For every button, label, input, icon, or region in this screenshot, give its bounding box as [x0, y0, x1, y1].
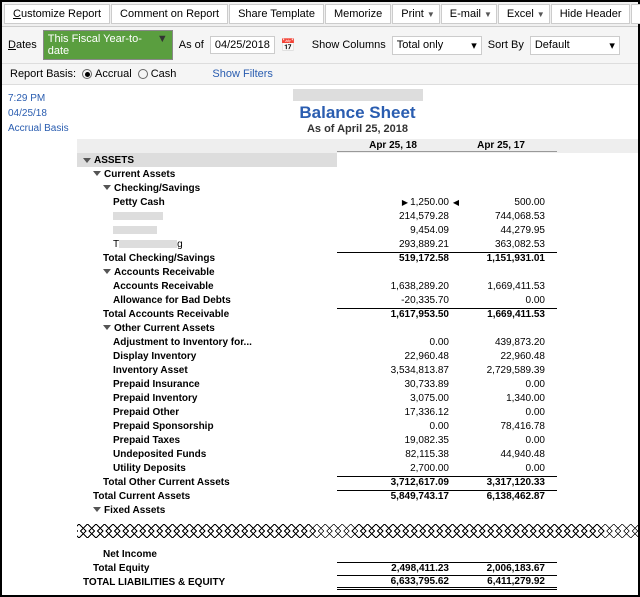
- calendar-icon[interactable]: 📅: [281, 38, 296, 52]
- expand-icon: [83, 158, 91, 163]
- sort-by-dropdown[interactable]: Default▾: [530, 36, 620, 55]
- display-inventory-row[interactable]: Display Inventory22,960.4822,960.48: [77, 349, 638, 363]
- date-range-dropdown[interactable]: This Fiscal Year-to-date▼: [43, 30, 173, 60]
- dropdown-arrow-icon: ▼: [427, 10, 435, 19]
- company-name-redacted: [293, 89, 423, 101]
- filter-bar: Dates This Fiscal Year-to-date▼ As of 📅 …: [2, 27, 638, 64]
- excel-button[interactable]: Excel▼: [498, 4, 550, 24]
- email-button[interactable]: E-mail▼: [441, 4, 497, 24]
- adj-inventory-row[interactable]: Adjustment to Inventory for...0.00439,87…: [77, 335, 638, 349]
- expand-icon: [103, 325, 111, 330]
- basis-bar: Report Basis: Accrual Cash Show Filters: [2, 64, 638, 85]
- dropdown-arrow-icon: ▼: [537, 10, 545, 19]
- report-subtitle: As of April 25, 2018: [77, 123, 638, 135]
- show-columns-label: Show Columns: [312, 39, 386, 51]
- accrual-radio[interactable]: Accrual: [82, 68, 132, 80]
- total-ar-row: Total Accounts Receivable1,617,953.501,6…: [77, 307, 638, 321]
- comment-report-button[interactable]: Comment on Report: [111, 4, 228, 24]
- collapse-button[interactable]: Collapse: [631, 4, 640, 24]
- fixed-assets-section[interactable]: Fixed Assets: [77, 503, 638, 517]
- share-template-button[interactable]: Share Template: [229, 4, 324, 24]
- assets-section[interactable]: ASSETS: [77, 153, 638, 167]
- other-ca-section[interactable]: Other Current Assets: [77, 321, 638, 335]
- col2-header: Apr 25, 17: [457, 140, 557, 152]
- prepaid-taxes-row[interactable]: Prepaid Taxes19,082.350.00: [77, 433, 638, 447]
- report-title: Balance Sheet: [77, 103, 638, 123]
- report-date: 04/25/18: [8, 108, 71, 119]
- report-body: Balance Sheet As of April 25, 2018 Apr 2…: [77, 85, 638, 595]
- prepaid-inventory-row[interactable]: Prepaid Inventory3,075.001,340.00: [77, 391, 638, 405]
- ar-section[interactable]: Accounts Receivable: [77, 265, 638, 279]
- sort-label: Sort By: [488, 39, 524, 51]
- report-basis: Accrual Basis: [8, 123, 71, 134]
- as-of-label: As of: [179, 39, 204, 51]
- customize-report-button[interactable]: CCustomize Reportustomize Report: [4, 4, 110, 24]
- total-oca-row: Total Other Current Assets3,712,617.093,…: [77, 475, 638, 489]
- hide-header-button[interactable]: Hide Header: [551, 4, 631, 24]
- table-row[interactable]: 9,454.0944,279.95: [77, 223, 638, 237]
- utility-deposits-row[interactable]: Utility Deposits2,700.000.00: [77, 461, 638, 475]
- report-time: 7:29 PM: [8, 93, 71, 104]
- current-assets-section[interactable]: Current Assets: [77, 167, 638, 181]
- net-income-row: Net Income: [77, 547, 638, 561]
- total-equity-row: Total Equity2,498,411.232,006,183.67: [77, 561, 638, 575]
- allowance-row[interactable]: Allowance for Bad Debts-20,335.700.00: [77, 293, 638, 307]
- table-row[interactable]: Tg293,889.21363,082.53: [77, 237, 638, 251]
- col1-header: Apr 25, 18: [337, 140, 457, 152]
- expand-icon: [103, 269, 111, 274]
- torn-edge-top: [77, 517, 638, 531]
- prepaid-insurance-row[interactable]: Prepaid Insurance30,733.890.00: [77, 377, 638, 391]
- toolbar: CCustomize Reportustomize Report Comment…: [2, 2, 638, 27]
- inventory-asset-row[interactable]: Inventory Asset3,534,813.872,729,589.39: [77, 363, 638, 377]
- chevron-down-icon: ▾: [471, 39, 477, 52]
- dates-label: Dates: [8, 39, 37, 51]
- column-header-row: Apr 25, 18 Apr 25, 17: [77, 139, 638, 153]
- undeposited-funds-row[interactable]: Undeposited Funds82,115.3844,940.48: [77, 447, 638, 461]
- torn-edge-bottom: [77, 531, 638, 545]
- prepaid-sponsorship-row[interactable]: Prepaid Sponsorship0.0078,416.78: [77, 419, 638, 433]
- show-columns-dropdown[interactable]: Total only▾: [392, 36, 482, 55]
- checking-savings-section[interactable]: Checking/Savings: [77, 181, 638, 195]
- table-row[interactable]: 214,579.28744,068.53: [77, 209, 638, 223]
- show-filters-link[interactable]: Show Filters: [212, 68, 273, 80]
- report-basis-label: Report Basis:: [10, 68, 76, 80]
- chevron-down-icon: ▾: [609, 39, 615, 52]
- as-of-date-input[interactable]: [210, 36, 275, 54]
- expand-icon: [93, 171, 101, 176]
- expand-icon: [93, 507, 101, 512]
- total-checking-savings-row: Total Checking/Savings519,172.581,151,93…: [77, 251, 638, 265]
- chevron-down-icon: ▼: [157, 33, 168, 57]
- memorize-button[interactable]: Memorize: [325, 4, 391, 24]
- petty-cash-row[interactable]: Petty Cash1,250.00500.00: [77, 195, 638, 209]
- expand-icon: [103, 185, 111, 190]
- report-meta-sidebar: 7:29 PM 04/25/18 Accrual Basis: [2, 85, 77, 595]
- prepaid-other-row[interactable]: Prepaid Other17,336.120.00: [77, 405, 638, 419]
- ar-row[interactable]: Accounts Receivable1,638,289.201,669,411…: [77, 279, 638, 293]
- cash-radio[interactable]: Cash: [138, 68, 177, 80]
- total-liabilities-equity-row: TOTAL LIABILITIES & EQUITY6,633,795.626,…: [77, 575, 638, 589]
- total-ca-row: Total Current Assets5,849,743.176,138,46…: [77, 489, 638, 503]
- print-button[interactable]: Print▼: [392, 4, 440, 24]
- dropdown-arrow-icon: ▼: [484, 10, 492, 19]
